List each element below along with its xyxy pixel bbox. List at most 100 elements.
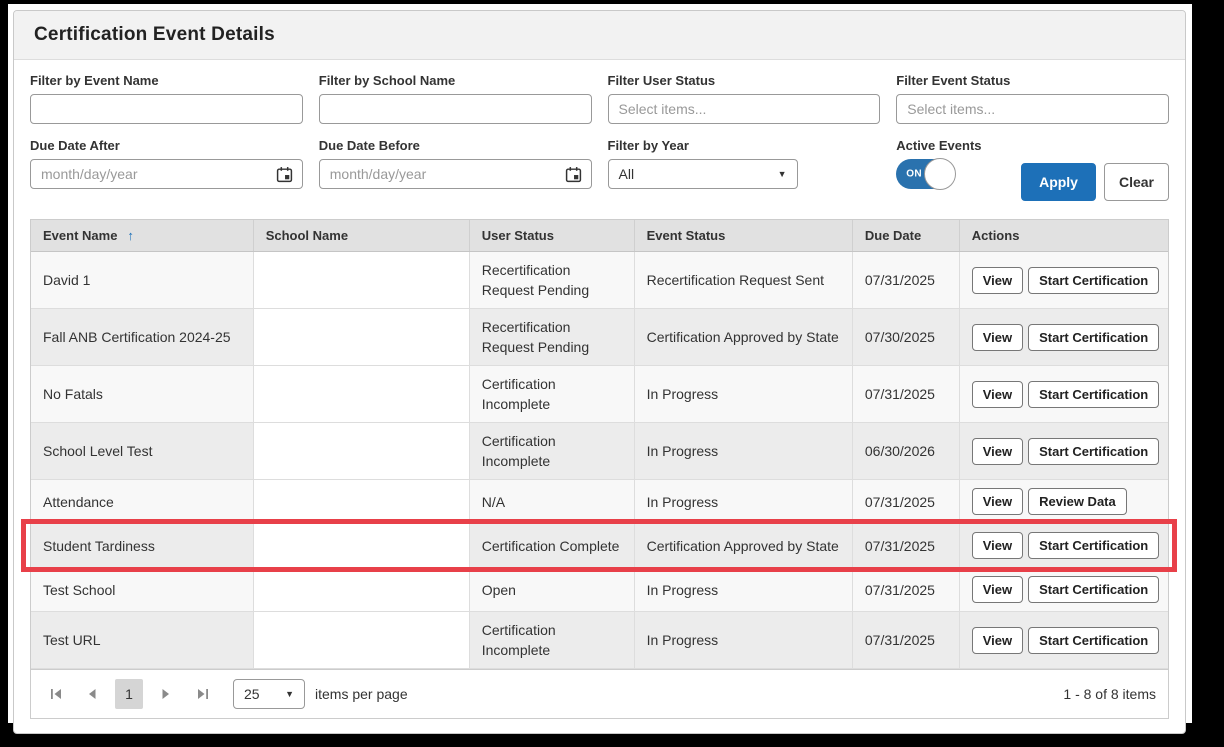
cell-actions: View Start Certification [958,568,1168,611]
column-header-event-name[interactable]: Event Name ↑ [31,220,253,251]
cell-user-status: Recertification Request Pending [468,309,634,365]
view-button[interactable]: View [971,576,1024,603]
view-button[interactable]: View [971,380,1024,408]
cell-actions: View Review Data [958,480,1168,523]
table-header-row: Event Name ↑ School Name User Status Eve… [31,220,1168,252]
cell-event-status: In Progress [633,480,852,523]
filter-user-status: Filter User Status [607,73,881,124]
pagination-bar: 1 25 ▼ items per page 1 - 8 of 8 items [31,669,1168,718]
cell-school-name [252,568,469,611]
start-certification-button[interactable]: Start Certification [1028,323,1160,351]
event-name-input[interactable] [30,94,303,124]
table-row: Test School Open In Progress 07/31/2025 … [31,568,1168,612]
cell-school-name [252,309,469,365]
filter-year-label: Filter by Year [607,138,689,153]
column-header-user-status[interactable]: User Status [468,220,634,251]
review-data-button[interactable]: Review Data [1028,488,1127,515]
view-button[interactable]: View [971,323,1024,351]
page-number-1[interactable]: 1 [115,679,143,709]
calendar-icon-glyph [565,166,582,182]
items-per-page-label: items per page [315,686,408,702]
apply-button[interactable]: Apply [1021,163,1096,201]
start-certification-button[interactable]: Start Certification [1028,266,1160,294]
calendar-icon[interactable] [273,163,297,185]
column-header-event-name-label: Event Name [43,228,118,243]
view-button[interactable]: View [971,532,1024,559]
previous-page-icon [89,689,96,699]
cell-due-date: 07/31/2025 [851,612,959,668]
cell-user-status: Open [468,568,634,611]
first-page-icon [50,689,61,699]
cell-due-date: 06/30/2026 [851,423,959,479]
start-certification-button[interactable]: Start Certification [1028,576,1160,603]
cell-event-status: In Progress [633,612,852,668]
table-row-highlighted: Student Tardiness Certification Complete… [21,519,1177,572]
start-certification-button[interactable]: Start Certification [1028,437,1160,465]
cell-actions: View Start Certification [958,423,1168,479]
cell-event-name: Test School [31,568,253,611]
table-row: David 1 Recertification Request Pending … [31,252,1168,309]
view-button[interactable]: View [971,266,1024,294]
due-date-before-label: Due Date Before [318,138,420,153]
year-select[interactable]: All ▼ [607,159,798,189]
items-range-label: 1 - 8 of 8 items [1063,686,1156,702]
next-page-icon [162,689,169,699]
column-header-actions[interactable]: Actions [958,220,1168,251]
cell-event-name: Test URL [31,612,253,668]
page-size-select[interactable]: 25 ▼ [233,679,305,709]
cell-event-name: Attendance [31,480,253,523]
column-header-due-date[interactable]: Due Date [851,220,959,251]
cell-school-name [252,366,469,422]
active-events-label: Active Events [896,138,982,153]
cell-user-status: Certification Complete [468,524,634,567]
view-button[interactable]: View [971,437,1024,465]
cell-actions: View Start Certification [958,252,1168,308]
clear-button[interactable]: Clear [1103,163,1169,201]
cell-due-date: 07/31/2025 [851,252,959,308]
school-name-input[interactable] [318,94,592,124]
cell-event-status: In Progress [633,366,852,422]
filter-school-name: Filter by School Name [318,73,592,124]
previous-page-button[interactable] [79,681,105,707]
event-status-multiselect[interactable] [896,94,1169,124]
column-header-event-status[interactable]: Event Status [633,220,852,251]
last-page-icon [197,689,208,699]
calendar-icon[interactable] [562,163,586,185]
filter-active-events: Active Events ON Apply Clear [896,138,1169,201]
due-date-before-input[interactable] [318,159,592,189]
year-select-value: All [618,166,635,182]
first-page-button[interactable] [43,681,69,707]
column-header-school-name[interactable]: School Name [252,220,469,251]
active-events-toggle[interactable]: ON [896,158,957,190]
cell-event-name: No Fatals [31,366,253,422]
chevron-down-icon: ▼ [777,169,787,179]
cell-event-status: In Progress [633,568,852,611]
table-row: Fall ANB Certification 2024-25 Recertifi… [31,309,1168,366]
cell-due-date: 07/31/2025 [851,366,959,422]
view-button[interactable]: View [971,626,1024,654]
cell-school-name [252,612,469,668]
calendar-icon-glyph [277,166,293,182]
cell-user-status: Certification Incomplete [468,366,634,422]
filter-panel: Filter by Event Name Filter by School Na… [14,60,1185,219]
user-status-multiselect[interactable] [607,94,881,124]
view-button[interactable]: View [971,488,1024,515]
start-certification-button[interactable]: Start Certification [1028,626,1160,654]
due-date-after-input[interactable] [30,159,303,189]
cell-school-name [252,252,469,308]
cell-school-name [252,524,469,567]
toggle-knob [924,158,957,190]
cell-event-name: School Level Test [31,423,253,479]
cell-actions: View Start Certification [958,366,1168,422]
last-page-button[interactable] [189,681,215,707]
table-row: No Fatals Certification Incomplete In Pr… [31,366,1168,423]
start-certification-button[interactable]: Start Certification [1028,380,1160,408]
cell-event-name: Fall ANB Certification 2024-25 [31,309,253,365]
next-page-button[interactable] [153,681,179,707]
start-certification-button[interactable]: Start Certification [1028,532,1160,559]
filter-due-date-before: Due Date Before [318,138,592,201]
certification-event-details-card: Certification Event Details Filter by Ev… [13,10,1186,734]
cell-school-name [252,423,469,479]
cell-event-status: Recertification Request Sent [633,252,852,308]
cell-user-status: Certification Incomplete [468,612,634,668]
